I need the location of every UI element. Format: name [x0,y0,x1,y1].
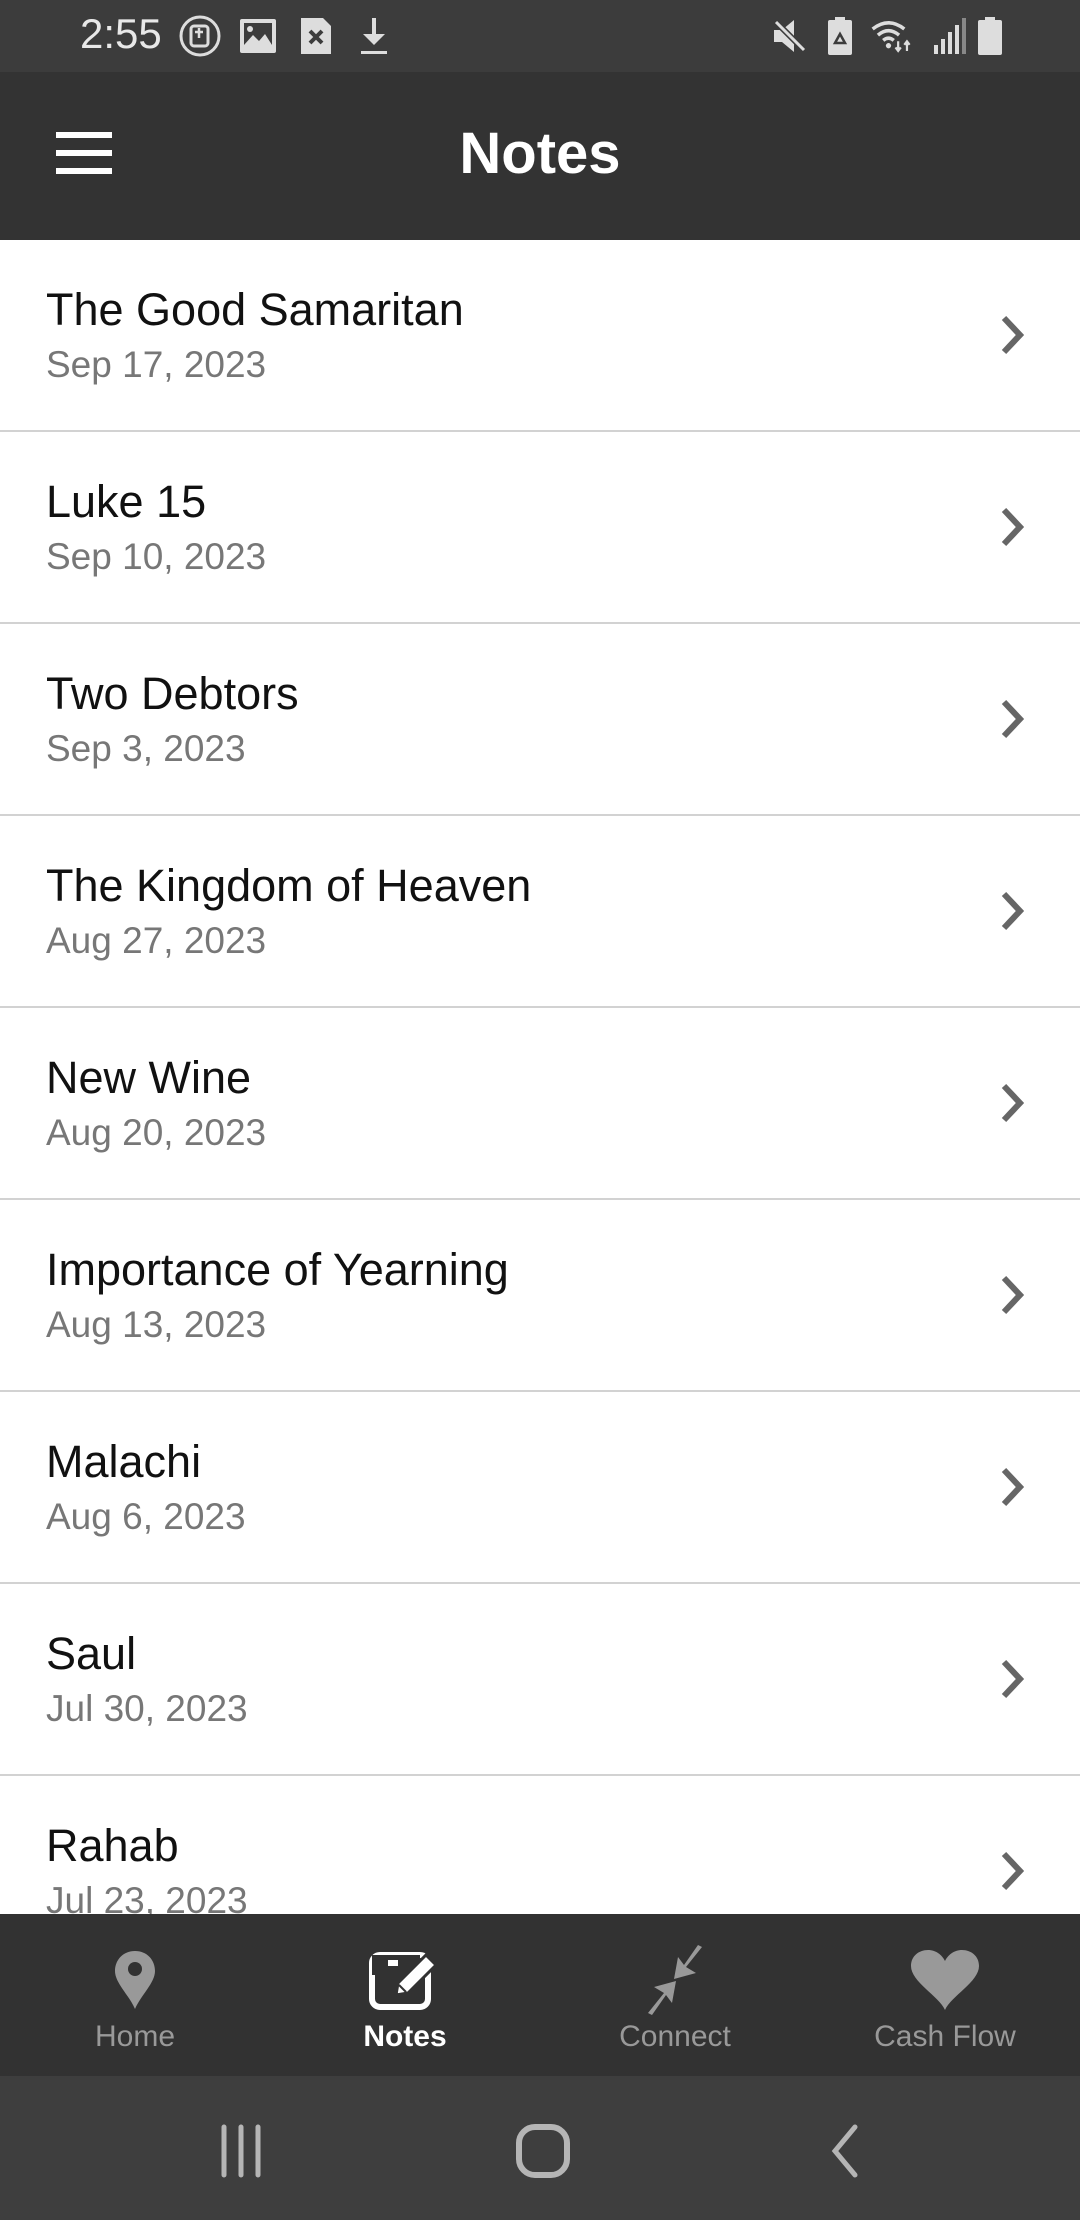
tab-label: Cash Flow [874,2020,1016,2053]
page-title: Notes [459,121,621,186]
map-pin-icon [95,1940,175,2020]
mute-icon [768,14,812,58]
home-icon [516,2124,570,2178]
back-icon [831,2124,858,2178]
download-icon [352,14,396,58]
sim-error-icon [294,14,338,58]
recent-apps-button[interactable] [196,2116,286,2186]
note-list-item[interactable]: Rahab Jul 23, 2023 [0,1776,1080,1914]
tab-label: Notes [363,2020,447,2053]
note-title: Importance of Yearning [46,1244,509,1295]
chevron-right-icon [1001,699,1025,739]
chevron-right-icon [1001,1467,1025,1507]
note-list-item[interactable]: Malachi Aug 6, 2023 [0,1392,1080,1584]
note-date: Sep 17, 2023 [46,344,267,385]
note-list-item[interactable]: New Wine Aug 20, 2023 [0,1008,1080,1200]
note-title: New Wine [46,1052,252,1103]
note-title: Saul [46,1628,137,1679]
system-nav-bar [0,2076,1080,2220]
note-list-item[interactable]: The Good Samaritan Sep 17, 2023 [0,240,1080,432]
tab-notes[interactable]: Notes [270,1914,540,2076]
wifi-icon [870,14,914,58]
bottom-tab-bar: Home Notes Connect Cash Flow [0,1914,1080,2076]
notes-list[interactable]: The Good Samaritan Sep 17, 2023 Luke 15 Sep… [0,240,1080,1914]
tab-cash-flow[interactable]: Cash Flow [810,1914,1080,2076]
note-date: Aug 27, 2023 [46,920,267,961]
chevron-right-icon [1001,1275,1025,1315]
note-title: The Kingdom of Heaven [46,860,532,911]
chevron-right-icon [1001,1083,1025,1123]
note-date: Jul 23, 2023 [46,1880,248,1914]
back-button[interactable] [800,2116,890,2186]
note-list-item[interactable]: The Kingdom of Heaven Aug 27, 2023 [0,816,1080,1008]
chevron-right-icon [1001,1659,1025,1699]
note-date: Sep 3, 2023 [46,728,246,769]
heart-icon [905,1940,985,2020]
battery-icon [968,14,1012,58]
signal-icon [928,14,972,58]
compress-arrows-icon [635,1940,715,2020]
note-list-item[interactable]: Importance of Yearning Aug 13, 2023 [0,1200,1080,1392]
tab-label: Connect [619,2020,731,2053]
note-date: Jul 30, 2023 [46,1688,248,1729]
status-bar: 2:55 [0,0,1080,72]
note-date: Aug 13, 2023 [46,1304,267,1345]
tab-home[interactable]: Home [0,1914,270,2076]
chevron-right-icon [1001,507,1025,547]
edit-note-icon [365,1940,445,2020]
app-bar: Notes [0,72,1080,240]
note-list-item[interactable]: Saul Jul 30, 2023 [0,1584,1080,1776]
tab-label: Home [94,2020,176,2053]
status-time: 2:55 [80,10,162,57]
bible-app-icon [178,14,222,58]
note-date: Sep 10, 2023 [46,536,267,577]
note-title: Rahab [46,1820,179,1871]
home-button[interactable] [498,2116,588,2186]
chevron-right-icon [1001,315,1025,355]
tab-connect[interactable]: Connect [540,1914,810,2076]
note-list-item[interactable]: Luke 15 Sep 10, 2023 [0,432,1080,624]
note-title: Malachi [46,1436,202,1487]
recent-apps-icon [221,2124,261,2178]
note-title: The Good Samaritan [46,284,464,335]
note-list-item[interactable]: Two Debtors Sep 3, 2023 [0,624,1080,816]
note-date: Aug 20, 2023 [46,1112,267,1153]
note-date: Aug 6, 2023 [46,1496,246,1537]
note-title: Two Debtors [46,668,299,719]
chevron-right-icon [1001,1851,1025,1891]
image-icon [236,14,280,58]
battery-saver-icon [818,14,862,58]
note-title: Luke 15 [46,476,207,527]
chevron-right-icon [1001,891,1025,931]
